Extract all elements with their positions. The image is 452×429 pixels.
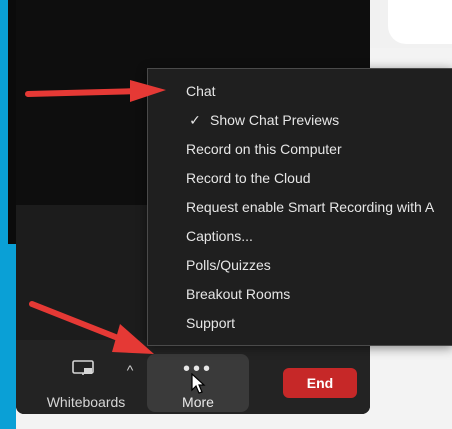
check-icon: ✓ xyxy=(189,112,201,128)
menu-item-polls-quizzes[interactable]: Polls/Quizzes xyxy=(148,251,452,280)
menu-item-support[interactable]: Support xyxy=(148,309,452,338)
menu-item-label: Request enable Smart Recording with A xyxy=(186,199,435,215)
menu-item-label: Support xyxy=(186,315,236,331)
window-edge xyxy=(8,0,16,244)
annotation-arrow-chat xyxy=(25,80,166,102)
end-button[interactable]: End xyxy=(283,368,357,398)
menu-item-chat[interactable]: Chat xyxy=(148,77,452,106)
menu-item-show-chat-previews[interactable]: ✓ Show Chat Previews xyxy=(148,106,452,135)
menu-item-label: Record on this Computer xyxy=(186,141,342,157)
menu-item-label: Show Chat Previews xyxy=(210,112,340,128)
menu-item-label: Chat xyxy=(186,83,216,99)
more-label: More xyxy=(182,394,214,410)
mouse-pointer-icon xyxy=(191,373,206,394)
menu-item-record-cloud[interactable]: Record to the Cloud xyxy=(148,164,452,193)
menu-item-label: Captions... xyxy=(186,228,253,244)
menu-item-label: Record to the Cloud xyxy=(186,170,311,186)
menu-item-label: Breakout Rooms xyxy=(186,286,291,302)
menu-item-record-computer[interactable]: Record on this Computer xyxy=(148,135,452,164)
annotation-arrow-more xyxy=(29,301,154,354)
menu-item-captions[interactable]: Captions... xyxy=(148,222,452,251)
menu-item-smart-recording[interactable]: Request enable Smart Recording with A xyxy=(148,193,452,222)
whiteboard-icon xyxy=(72,360,94,375)
more-menu: Chat ✓ Show Chat Previews Record on this… xyxy=(147,68,452,346)
chevron-up-icon[interactable]: ^ xyxy=(122,362,138,378)
whiteboards-label: Whiteboards xyxy=(46,394,126,410)
menu-item-breakout-rooms[interactable]: Breakout Rooms xyxy=(148,280,452,309)
background-window-corner xyxy=(388,0,452,44)
menu-item-label: Polls/Quizzes xyxy=(186,257,271,273)
